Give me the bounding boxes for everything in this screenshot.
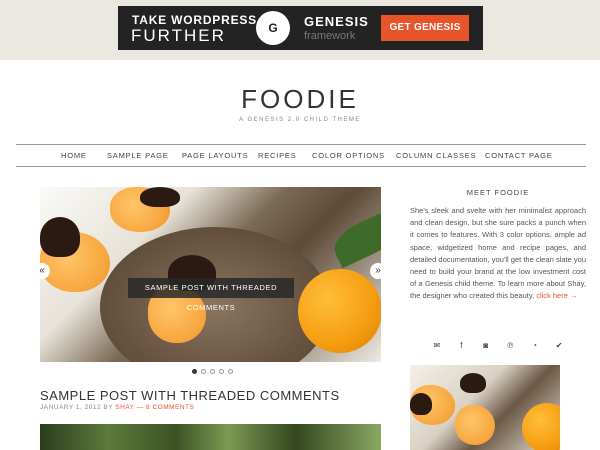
post-title[interactable]: SAMPLE POST WITH THREADED COMMENTS — [40, 388, 340, 403]
slide-image-chocolate — [40, 217, 80, 257]
slide-image-leaf — [328, 207, 381, 269]
ad-headline: TAKE WORDPRESS — [132, 13, 257, 27]
post-comments-link[interactable]: 8 COMMENTS — [146, 404, 194, 411]
slider-caption[interactable]: SAMPLE POST WITH THREADED COMMENTS — [128, 278, 294, 312]
genesis-ad-banner[interactable]: TAKE WORDPRESS FURTHER G GENESIS framewo… — [118, 6, 483, 50]
slider-pager-dot[interactable] — [192, 369, 197, 374]
nav-item-recipes[interactable]: RECIPES — [258, 151, 297, 160]
nav-item-color-options[interactable]: COLOR OPTIONS — [312, 151, 385, 160]
sidebar-image-segment — [455, 405, 495, 445]
widget-body: She's sleek and svelte with her minimali… — [410, 206, 586, 301]
get-genesis-button[interactable]: GET GENESIS — [381, 15, 469, 41]
post-author-link[interactable]: SHAY — [115, 404, 134, 411]
nav-item-sample-page[interactable]: SAMPLE PAGE — [107, 151, 169, 160]
widget-title: MEET FOODIE — [466, 188, 530, 197]
rss-icon[interactable]: ◔ — [528, 339, 542, 353]
site-tagline: A GENESIS 2.0 CHILD THEME — [239, 117, 361, 123]
site-title[interactable]: FOODIE — [0, 84, 600, 115]
slide-image-chocolate — [140, 187, 180, 207]
genesis-logo-icon: G — [256, 11, 290, 45]
facebook-icon[interactable]: f — [454, 339, 468, 353]
slider-next-button[interactable]: » — [370, 263, 381, 279]
slider-pager-dot[interactable] — [201, 369, 206, 374]
slider-pager — [190, 369, 235, 377]
slide-image-orange — [298, 269, 381, 353]
sidebar-featured-image[interactable] — [410, 365, 560, 450]
nav-item-column-classes[interactable]: COLUMN CLASSES — [396, 151, 476, 160]
twitter-icon[interactable]: ✔ — [552, 339, 566, 353]
nav-item-home[interactable]: HOME — [61, 151, 87, 160]
widget-link[interactable]: click here → — [536, 291, 577, 300]
ad-subheadline: FURTHER — [131, 26, 226, 45]
post-by: BY — [103, 404, 113, 411]
post-meta-separator: — — [136, 404, 144, 411]
ad-brand-name: GENESIS — [304, 14, 369, 29]
nav-item-page-layouts[interactable]: PAGE LAYOUTS — [182, 151, 248, 160]
pinterest-icon[interactable]: ℗ — [503, 339, 517, 353]
primary-navigation: HOME SAMPLE PAGE PAGE LAYOUTS RECIPES CO… — [16, 144, 586, 167]
instagram-icon[interactable]: ◙ — [479, 339, 493, 353]
nav-item-contact-page[interactable]: CONTACT PAGE — [485, 151, 553, 160]
featured-slider[interactable]: « » SAMPLE POST WITH THREADED COMMENTS — [40, 187, 381, 362]
sidebar-image-orange — [522, 403, 560, 450]
slider-pager-dot[interactable] — [228, 369, 233, 374]
social-icons: ✉ f ◙ ℗ ◔ ✔ — [410, 335, 586, 353]
email-icon[interactable]: ✉ — [430, 339, 444, 353]
sidebar-image-chocolate — [410, 393, 432, 415]
slider-pager-dot[interactable] — [219, 369, 224, 374]
header-ad-area: TAKE WORDPRESS FURTHER G GENESIS framewo… — [0, 0, 600, 60]
post-featured-image[interactable] — [40, 424, 381, 450]
ad-brand-sub: framework — [304, 30, 356, 42]
widget-text: She's sleek and svelte with her minimali… — [410, 205, 586, 303]
slider-pager-dot[interactable] — [210, 369, 215, 374]
sidebar-image-chocolate — [460, 373, 486, 393]
post-date: JANUARY 1, 2012 — [40, 404, 102, 411]
post-meta: JANUARY 1, 2012 BY SHAY — 8 COMMENTS — [40, 404, 194, 411]
